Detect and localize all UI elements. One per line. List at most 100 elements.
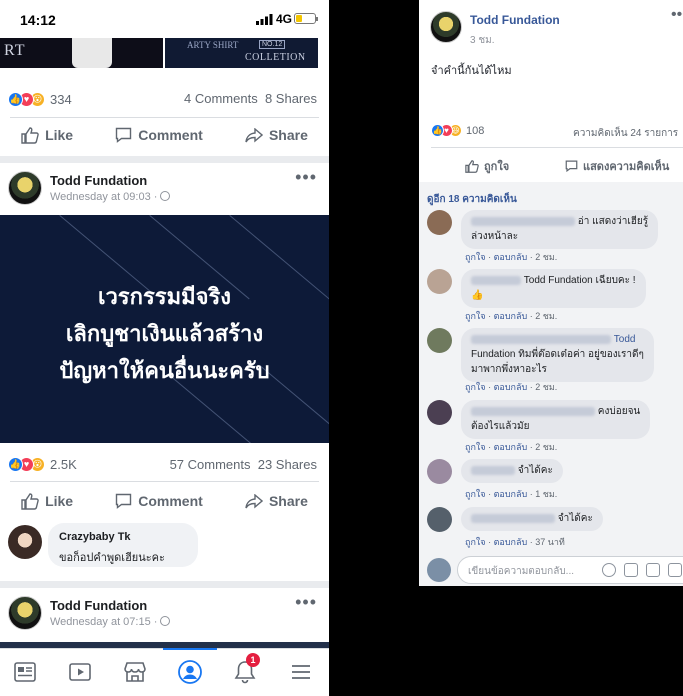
comment-reply-link[interactable]: ตอบกลับ <box>494 537 528 547</box>
bottom-tab-bar: 1 <box>0 648 329 696</box>
avatar[interactable] <box>8 525 42 559</box>
comment-like-link[interactable]: ถูกใจ <box>465 382 486 392</box>
post-image[interactable]: RT ARTY SHIRT NO.12 COLLETION <box>0 38 329 70</box>
tab-notifications[interactable]: 1 <box>232 653 260 685</box>
more-options-icon[interactable]: ••• <box>295 592 317 613</box>
video-icon <box>69 663 91 681</box>
commenter-name[interactable]: Crazybaby Tk <box>59 531 131 543</box>
post-time-text: Wednesday at 07:15 · <box>50 616 158 628</box>
comment-like-link[interactable]: ถูกใจ <box>465 537 486 547</box>
emoji-icon[interactable] <box>602 563 616 577</box>
tab-marketplace[interactable] <box>122 659 148 685</box>
post-timestamp[interactable]: 3 ชม. <box>470 33 495 48</box>
globe-icon <box>160 191 171 201</box>
comment-share-counts[interactable]: 57 Comments 23 Shares <box>170 457 317 472</box>
comment-time[interactable]: 2 ชม. <box>535 382 557 392</box>
reply-input[interactable]: เขียนข้อความตอบกลับ... <box>457 556 683 584</box>
more-options-icon[interactable]: ••• <box>295 167 317 188</box>
comment-button[interactable]: Comment <box>115 127 203 143</box>
comment-meta: ถูกใจ · ตอบกลับ · 2 ชม. <box>465 311 558 321</box>
quote-line: เลิกบูชาเงินแล้วสร้าง <box>65 321 264 346</box>
comment-reply-link[interactable]: ตอบกลับ <box>494 311 528 321</box>
share-button[interactable]: Share <box>245 493 308 509</box>
comment-time[interactable]: 2 ชม. <box>535 252 557 262</box>
post-header: Todd Fundation Wednesday at 09:03 · ••• <box>0 163 329 215</box>
comment-like-link[interactable]: ถูกใจ <box>465 311 486 321</box>
post-author[interactable]: Todd Fundation <box>470 13 560 27</box>
redacted-name <box>471 406 595 416</box>
comment-time[interactable]: 2 ชม. <box>535 442 557 452</box>
post-timestamp[interactable]: Wednesday at 09:03 · <box>50 191 171 203</box>
comment-bubble: คงบ่อยจน ต้องไรแล้วมัย <box>461 400 651 439</box>
share-count[interactable]: 8 Shares <box>265 91 317 106</box>
comment-count[interactable]: ความคิดเห็น 24 รายการ <box>573 126 678 141</box>
view-more-comments-link[interactable]: ดูอีก 18 ความคิดเห็น <box>427 192 517 207</box>
comment-bubble: Todd Fundation เฉียบคะ ! 👍 <box>461 269 646 308</box>
post-author[interactable]: Todd Fundation <box>50 598 147 613</box>
thumbs-up-icon <box>21 492 39 510</box>
comment-button[interactable]: แสดงความคิดเห็น <box>565 157 669 175</box>
comment-reply-link[interactable]: ตอบกลับ <box>494 382 528 392</box>
comment-reply-link[interactable]: ตอบกลับ <box>494 489 528 499</box>
avatar[interactable] <box>427 328 452 353</box>
tab-menu[interactable] <box>288 659 314 685</box>
comment-text: Fundation ทิมพี่ต๊อดเต๋อค่า อยู่ของเราดี… <box>471 349 644 360</box>
comment-text: จำได้คะ <box>517 465 553 476</box>
like-button[interactable]: Like <box>21 126 73 144</box>
reaction-summary[interactable]: 👍 ♥ 😮 334 <box>8 91 72 107</box>
post-card: Todd Fundation Wednesday at 07:15 · ••• <box>0 588 329 648</box>
post-quote-image[interactable]: เวรกรรมมีจริง เลิกบูชาเงินแล้วสร้าง ปัญห… <box>0 215 329 443</box>
share-label: Share <box>268 493 308 509</box>
avatar[interactable] <box>427 210 452 235</box>
share-button[interactable]: Share <box>245 127 308 143</box>
avatar[interactable] <box>8 596 42 630</box>
network-type: 4G <box>276 12 293 26</box>
comment-like-link[interactable]: ถูกใจ <box>465 489 486 499</box>
comment-time[interactable]: 2 ชม. <box>535 311 557 321</box>
avatar[interactable] <box>427 507 452 532</box>
share-count[interactable]: 23 Shares <box>258 457 317 472</box>
sticker-icon[interactable] <box>668 563 682 577</box>
comment-button[interactable]: Comment <box>115 493 203 509</box>
tab-profile[interactable] <box>163 648 217 685</box>
like-reaction-icon: 👍 <box>8 456 23 472</box>
post-timestamp[interactable]: Wednesday at 07:15 · <box>50 616 171 628</box>
more-options-icon[interactable]: ••• <box>671 6 683 24</box>
signal-icon <box>256 14 273 25</box>
mentioned-name[interactable]: Todd <box>614 334 636 345</box>
comment-bubble: จำได้คะ <box>461 507 603 531</box>
reaction-summary[interactable]: 👍 ♥ 😆 108 <box>431 124 484 137</box>
avatar[interactable] <box>427 459 452 484</box>
camera-icon[interactable] <box>624 563 638 577</box>
status-time: 14:12 <box>20 12 56 28</box>
banner-tag: NO.12 <box>259 40 286 49</box>
comment-time[interactable]: 37 นาที <box>535 537 565 547</box>
like-label: ถูกใจ <box>484 161 510 173</box>
avatar[interactable] <box>427 400 452 425</box>
avatar[interactable] <box>430 11 462 43</box>
like-button[interactable]: ถูกใจ <box>465 157 509 175</box>
quote-line: เวรกรรมมีจริง <box>97 284 232 309</box>
avatar <box>427 558 451 582</box>
comment-like-link[interactable]: ถูกใจ <box>465 252 486 262</box>
avatar[interactable] <box>427 269 452 294</box>
comment-like-link[interactable]: ถูกใจ <box>465 442 486 452</box>
gif-icon[interactable] <box>646 563 660 577</box>
reaction-summary[interactable]: 👍 ♥ 😮 2.5K <box>8 456 77 472</box>
comment-bubble: Crazybaby Tk ขอก็อปคำพูดเฮียนะคะ <box>48 523 198 567</box>
notification-badge: 1 <box>246 653 260 667</box>
tab-watch[interactable] <box>67 659 93 685</box>
like-button[interactable]: Like <box>21 492 73 510</box>
post-author[interactable]: Todd Fundation <box>50 173 147 188</box>
comment-bubble: อ่า แสดงว่าเฮียรู้ ล่วงหน้าละ <box>461 210 659 249</box>
comment-count[interactable]: 57 Comments <box>170 457 251 472</box>
comment-reply-link[interactable]: ตอบกลับ <box>494 442 528 452</box>
comment-count[interactable]: 4 Comments <box>184 91 258 106</box>
divider <box>431 147 683 148</box>
comment-share-counts[interactable]: 4 Comments 8 Shares <box>184 91 317 106</box>
comment-text: อ่า แสดงว่าเฮียรู้ <box>577 216 649 227</box>
avatar[interactable] <box>8 171 42 205</box>
comment-reply-link[interactable]: ตอบกลับ <box>494 252 528 262</box>
tab-news-feed[interactable] <box>12 659 38 685</box>
comment-time[interactable]: 1 ชม. <box>535 489 557 499</box>
